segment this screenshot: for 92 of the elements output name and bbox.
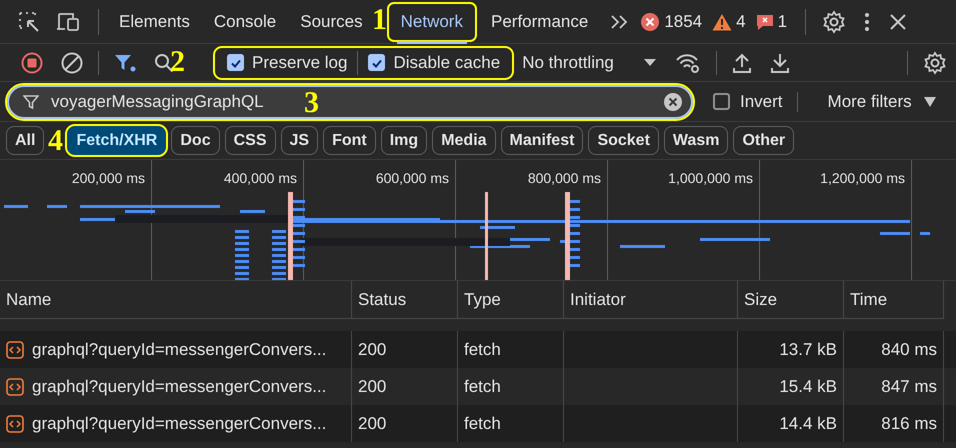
upload-icon[interactable]	[732, 52, 752, 74]
type-filter-chip[interactable]: Img	[380, 126, 428, 155]
checkbox-label: Invert	[740, 92, 783, 112]
record-stop-icon[interactable]	[21, 52, 43, 74]
type-filter-chip[interactable]: Doc	[171, 126, 220, 155]
annotation-number: 1	[372, 5, 387, 35]
filter-icon[interactable]	[114, 52, 136, 72]
checkbox-option[interactable]: Preserve log	[223, 52, 352, 72]
clear-icon[interactable]	[61, 52, 83, 74]
count-text: 4	[736, 12, 746, 32]
device-toolbar-icon[interactable]	[56, 10, 82, 32]
throttling-dropdown[interactable]: No throttling	[522, 52, 656, 72]
invert-checkbox[interactable]: Invert	[713, 92, 798, 112]
time-tick-label: 400,000 ms	[224, 170, 297, 186]
type-filter-chip[interactable]: Wasm	[664, 126, 728, 155]
time-cell: 840 ms	[881, 340, 937, 360]
dropdown-arrow-icon	[924, 96, 936, 106]
type-filter-chip[interactable]: JS	[280, 126, 318, 155]
time-tick-label: 1,200,000 ms	[820, 170, 905, 186]
panel-tab[interactable]: Sources	[288, 0, 375, 44]
time-tick-label: 200,000 ms	[72, 170, 145, 186]
type-filter-chip[interactable]: All	[6, 126, 44, 155]
time-cell: 816 ms	[881, 414, 937, 434]
time-tick-label: 1,000,000 ms	[668, 170, 753, 186]
request-name[interactable]: graphql?queryId=messengerConvers...	[32, 414, 326, 434]
annotation-number: 3	[304, 88, 319, 118]
close-icon[interactable]	[888, 12, 908, 32]
error-count[interactable]: 1854	[640, 12, 702, 32]
annotation-number: 2	[170, 47, 185, 77]
time-tick-label: 600,000 ms	[376, 170, 449, 186]
checkbox-label: Preserve log	[252, 52, 348, 72]
type-cell: fetch	[464, 376, 501, 396]
dropdown-label: More filters	[828, 92, 912, 112]
type-cell: fetch	[464, 340, 501, 360]
filter-icon	[23, 94, 39, 110]
checkbox[interactable]	[227, 54, 244, 71]
settings-icon[interactable]	[822, 10, 846, 34]
status-cell: 200	[358, 340, 386, 360]
fetch-request-icon	[6, 340, 24, 358]
column-header[interactable]: Initiator	[570, 290, 626, 310]
type-filter-chip[interactable]: Socket	[588, 126, 659, 155]
issue-count[interactable]: 1	[756, 12, 788, 32]
column-header[interactable]: Time	[850, 290, 888, 310]
status-cell: 200	[358, 414, 386, 434]
time-cell: 847 ms	[881, 376, 937, 396]
error-icon	[640, 12, 660, 32]
clear-icon[interactable]	[663, 92, 683, 112]
panel-tab[interactable]: Network	[384, 0, 479, 44]
warning-icon	[712, 12, 732, 30]
download-icon[interactable]	[770, 52, 790, 74]
dropdown-arrow-icon	[644, 59, 656, 66]
size-cell: 15.4 kB	[779, 376, 837, 396]
more-filters-dropdown[interactable]: More filters	[828, 92, 936, 112]
type-filter-chip[interactable]: Manifest	[500, 126, 584, 155]
issue-icon	[756, 12, 774, 30]
warning-count[interactable]: 4	[712, 12, 746, 32]
request-row[interactable]: graphql?queryId=messengerConvers... 200 fetch 13.7 kB 840 ms	[0, 331, 956, 368]
panel-tab[interactable]: Elements	[107, 0, 202, 44]
column-header[interactable]: Name	[6, 290, 52, 310]
dropdown-value: No throttling	[522, 52, 614, 72]
settings-icon[interactable]	[923, 50, 947, 74]
checkbox-option[interactable]: Disable cache	[364, 52, 504, 72]
filter-input[interactable]: voyagerMessagingGraphQL	[51, 92, 289, 112]
checkbox-label: Disable cache	[393, 52, 500, 72]
panel-tab[interactable]: Console	[202, 0, 288, 44]
type-filter-chip[interactable]: Font	[323, 126, 376, 155]
request-name[interactable]: graphql?queryId=messengerConvers...	[32, 340, 326, 360]
checkbox[interactable]	[713, 93, 730, 110]
panel-tab[interactable]: Performance	[478, 0, 600, 44]
fetch-request-icon	[6, 414, 24, 432]
annotation-number: 4	[48, 126, 63, 156]
type-cell: fetch	[464, 414, 501, 434]
count-text: 1	[778, 12, 788, 32]
size-cell: 13.7 kB	[779, 340, 837, 360]
column-header[interactable]: Type	[464, 290, 501, 310]
column-header[interactable]: Size	[744, 290, 778, 310]
type-filter-chip[interactable]: Media	[432, 126, 496, 155]
count-text: 1854	[664, 12, 702, 32]
request-row[interactable]: graphql?queryId=messengerConvers... 200 fetch 14.4 kB 816 ms	[0, 405, 956, 442]
type-filter-chip[interactable]: Fetch/XHR	[67, 126, 166, 155]
select-element-icon[interactable]	[18, 10, 40, 32]
network-conditions-icon[interactable]	[674, 52, 701, 74]
request-name[interactable]: graphql?queryId=messengerConvers...	[32, 376, 326, 396]
time-tick-label: 800,000 ms	[528, 170, 601, 186]
type-filter-chip[interactable]: Other	[733, 126, 794, 155]
fetch-request-icon	[6, 378, 24, 396]
size-cell: 14.4 kB	[779, 414, 837, 434]
status-cell: 200	[358, 376, 386, 396]
checkbox[interactable]	[368, 54, 386, 71]
column-header[interactable]: Status	[358, 290, 406, 310]
type-filter-chip[interactable]: CSS	[224, 126, 276, 155]
filter-field[interactable]: voyagerMessagingGraphQL 3	[7, 84, 693, 118]
